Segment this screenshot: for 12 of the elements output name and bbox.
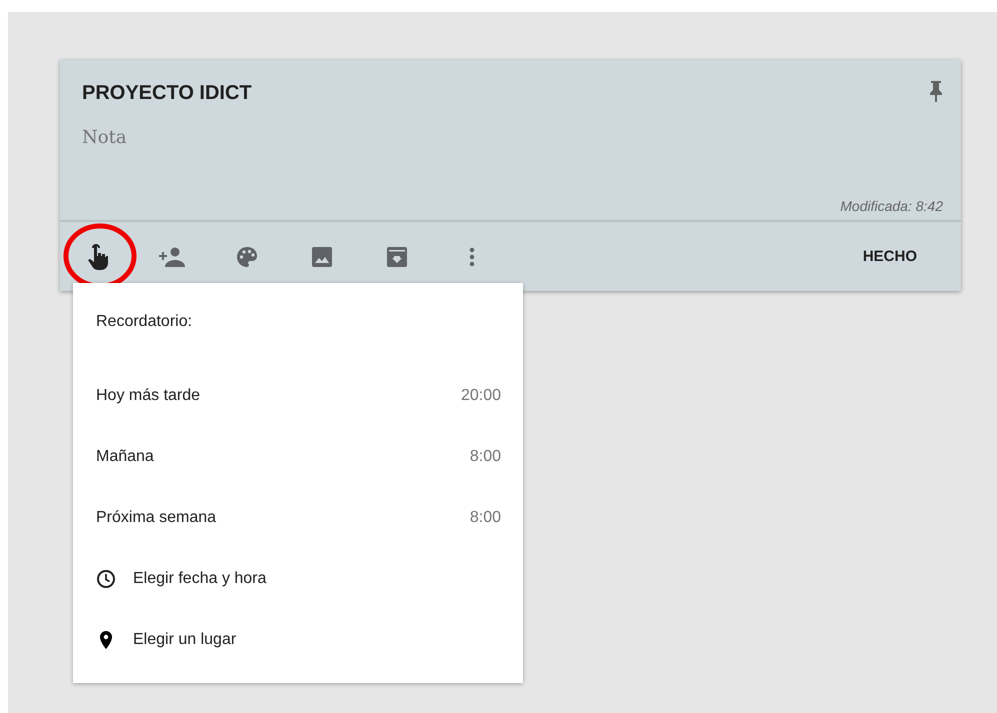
menu-title: Recordatorio: xyxy=(96,313,192,330)
note-field[interactable]: Nota xyxy=(82,127,382,167)
done-button[interactable]: HECHO xyxy=(842,240,937,273)
menu-item[interactable]: Mañana 8:00 xyxy=(73,426,523,487)
menu-item[interactable]: Próxima semana 8:00 xyxy=(73,487,523,548)
pin-icon[interactable] xyxy=(929,80,943,102)
note-title[interactable]: PROYECTO IDICT xyxy=(82,82,252,105)
modified-time: Modificada: 8:42 xyxy=(840,198,943,214)
menu-item[interactable]: Elegir un lugar xyxy=(73,609,523,670)
menu-item[interactable]: Elegir fecha y hora xyxy=(73,548,523,609)
clock-icon xyxy=(96,568,116,588)
menu-item[interactable]: Hoy más tarde 20:00 xyxy=(73,365,523,426)
